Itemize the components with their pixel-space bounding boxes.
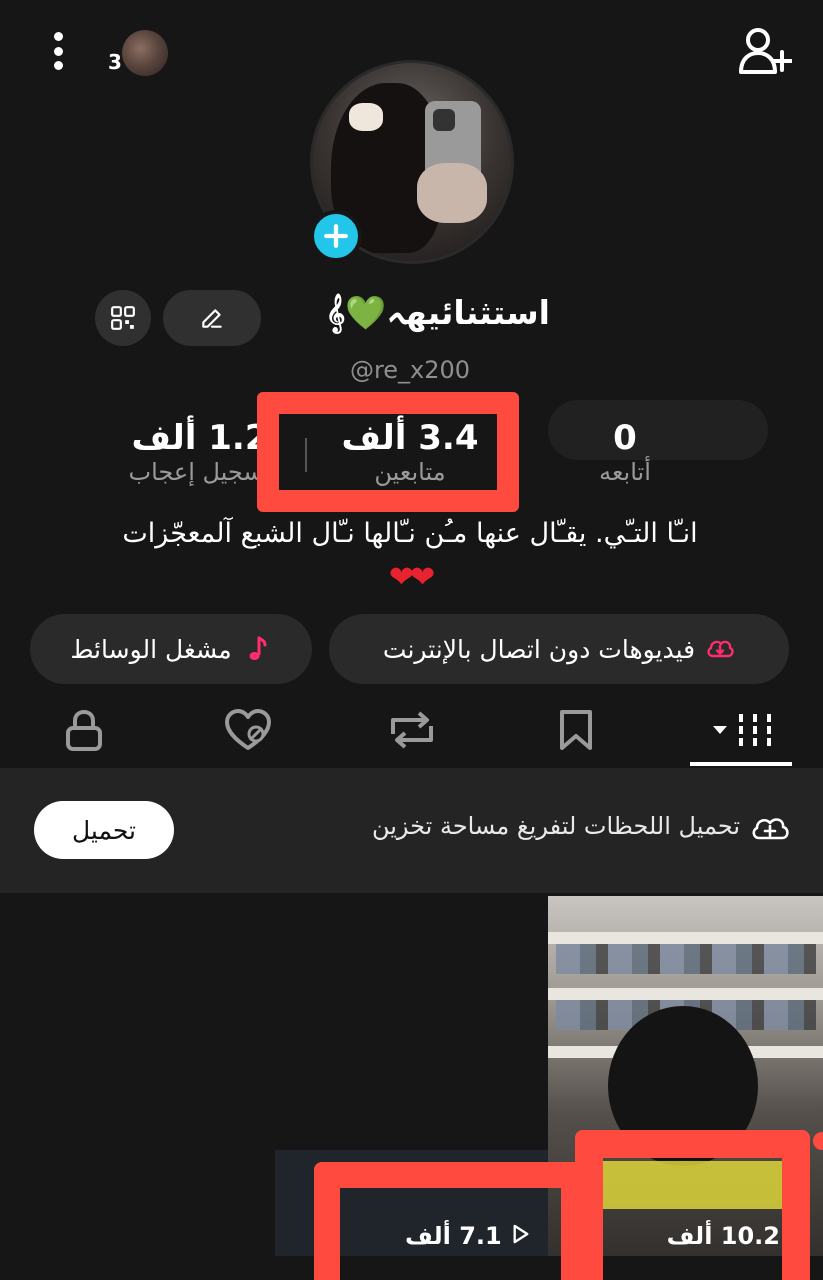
bio-text: انـّا التـّي. يقـّال عنها مـُن نـّالها ن…	[122, 518, 698, 549]
highlight-box-followers	[257, 392, 519, 512]
repost-icon	[391, 711, 433, 749]
pencil-icon	[202, 309, 222, 328]
offline-videos-label: فيديوهات دون اتصال بالإنترنت	[382, 634, 696, 664]
following-stat[interactable]: 0 أتابعه	[540, 418, 710, 486]
notification-avatar	[122, 30, 168, 76]
add-friend-icon[interactable]	[738, 26, 793, 76]
highlight-box-video-1	[575, 1130, 810, 1280]
bio-hearts: ❤❤	[388, 560, 435, 595]
tab-private[interactable]	[34, 700, 134, 760]
media-player-button[interactable]: مشغل الوسائط	[30, 614, 312, 684]
tab-liked[interactable]	[198, 700, 298, 760]
tab-saved[interactable]	[526, 700, 626, 760]
edit-profile-button[interactable]	[163, 290, 261, 346]
notification-avatar-button[interactable]: 3	[104, 30, 168, 76]
tab-reposts[interactable]	[362, 700, 462, 760]
username: @re_x200	[349, 356, 471, 384]
media-player-label: مشغل الوسائط	[70, 634, 232, 664]
tab-posts[interactable]	[690, 700, 790, 760]
offline-videos-button[interactable]: فيديوهات دون اتصال بالإنترنت	[329, 614, 789, 684]
following-count: 0	[613, 418, 637, 458]
qr-code-button[interactable]	[95, 290, 151, 346]
following-label: أتابعه	[599, 458, 651, 486]
bookmark-icon	[560, 710, 592, 750]
notification-count: 3	[108, 50, 122, 74]
upload-banner-text: تحميل اللحظات لتفريغ مساحة تخزين	[371, 812, 740, 840]
add-story-icon[interactable]	[310, 210, 362, 262]
cloud-download-icon	[705, 634, 735, 664]
active-tab-indicator	[690, 762, 792, 766]
heart-hidden-icon	[225, 709, 271, 750]
more-options-icon[interactable]	[40, 28, 76, 74]
add-upload-icon	[750, 808, 792, 850]
qr-code-icon	[111, 306, 135, 330]
display-name: استثنائيهہ💚𝄞	[325, 293, 550, 332]
lock-icon	[66, 709, 102, 751]
music-note-icon	[242, 634, 272, 664]
highlight-box-video-2	[314, 1162, 587, 1280]
grid-posts-icon	[713, 714, 771, 746]
upload-button[interactable]: تحميل	[34, 801, 174, 859]
